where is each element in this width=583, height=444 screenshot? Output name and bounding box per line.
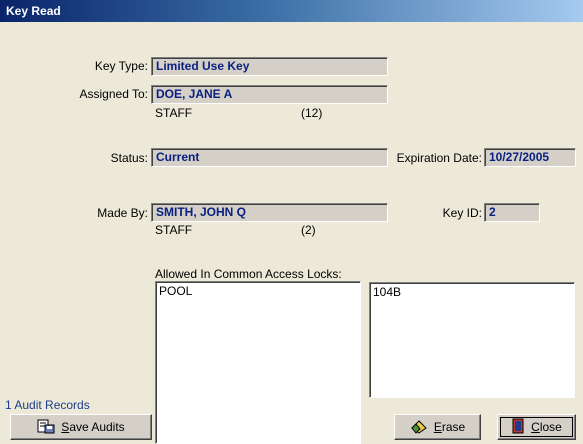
assigned-to-role: STAFF — [155, 106, 193, 120]
expiration-date-label: Expiration Date: — [396, 151, 482, 165]
close-label: Close — [531, 420, 562, 434]
key-type-field: Limited Use Key — [151, 57, 388, 76]
expiration-date-field: 10/27/2005 — [484, 148, 576, 167]
door-icon — [511, 418, 525, 437]
erase-button[interactable]: Erase — [394, 414, 481, 440]
other-locks-list[interactable]: 104B — [369, 282, 575, 398]
list-item[interactable]: 104B — [373, 285, 571, 299]
eraser-icon — [410, 418, 428, 437]
erase-label: Erase — [433, 420, 466, 434]
audit-record-count: 1 Audit Records — [5, 398, 90, 412]
assigned-to-number: (12) — [301, 106, 323, 120]
title-bar[interactable]: Key Read — [0, 0, 583, 22]
save-audits-label: Save Audits — [61, 420, 125, 434]
key-type-label: Key Type: — [94, 59, 148, 73]
status-label: Status: — [110, 151, 148, 165]
made-by-role: STAFF — [155, 223, 193, 237]
save-audits-button[interactable]: Save Audits — [10, 414, 152, 440]
made-by-number: (2) — [301, 223, 316, 237]
common-access-locks-label: Allowed In Common Access Locks: — [155, 267, 342, 281]
made-by-field: SMITH, JOHN Q — [151, 203, 388, 222]
assigned-to-label: Assigned To: — [79, 87, 149, 101]
save-audits-icon — [37, 418, 55, 437]
key-id-label: Key ID: — [442, 206, 482, 220]
status-field: Current — [151, 148, 388, 167]
common-access-locks-list[interactable]: POOL — [155, 281, 361, 444]
key-id-field: 2 — [484, 203, 540, 222]
made-by-label: Made By: — [97, 206, 148, 220]
window-title: Key Read — [6, 4, 61, 18]
list-item[interactable]: POOL — [159, 284, 357, 298]
assigned-to-field: DOE, JANE A — [151, 85, 388, 104]
close-button[interactable]: Close — [497, 414, 576, 440]
